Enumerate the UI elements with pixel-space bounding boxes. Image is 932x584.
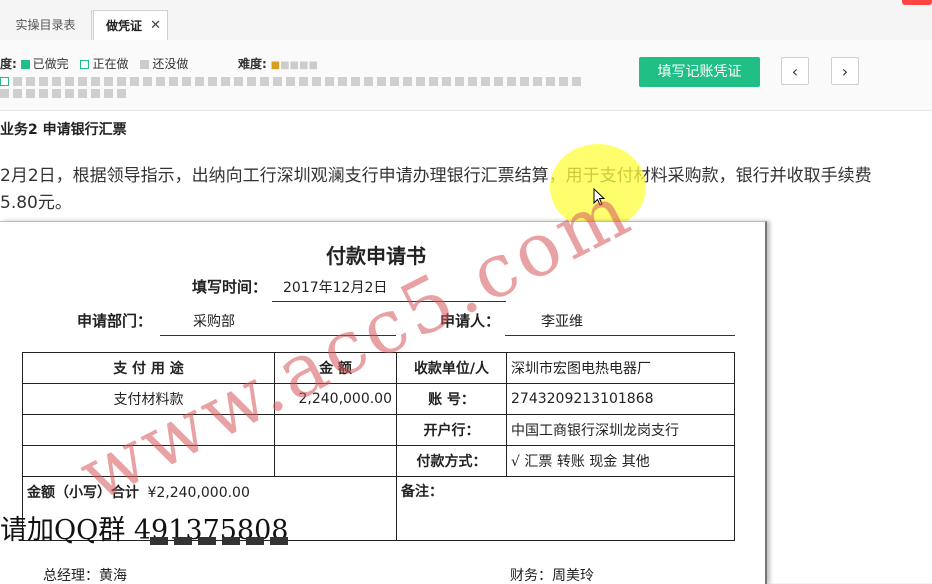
task-progress-cell[interactable] [559,77,568,86]
overlay-strike [150,537,290,545]
task-progress-cell[interactable] [442,77,451,86]
task-progress-cell[interactable] [546,77,555,86]
task-progress-cell[interactable] [429,77,438,86]
task-progress-cell[interactable] [195,77,204,86]
task-progress-cell[interactable] [52,89,61,98]
tab-make-voucher[interactable]: 做凭证 ✕ [93,10,168,40]
task-progress-cell[interactable] [416,77,425,86]
next-button[interactable]: › [831,57,859,85]
todo-square-icon [140,60,150,69]
task-progress-cell[interactable] [117,89,126,98]
fill-time-label: 填写时间： [192,278,268,296]
task-title: 业务2 申请银行汇票 [0,122,127,138]
pay-method-value: √ 汇票 转账 现金 其他 [506,445,735,477]
progress-legend: 度: 已做完 正在做 还没做 [0,55,188,72]
task-description: 2月2日，根据领导指示，出纳向工行深圳观澜支行申请办理银行汇票结算，用于支付材料… [0,166,872,186]
task-progress-cell[interactable] [312,77,321,86]
task-progress-cell[interactable] [156,77,165,86]
fill-voucher-button[interactable]: 填写记账凭证 [639,57,760,87]
difficulty-stars-icon: ■■■■■ [270,60,318,71]
task-progress-cell[interactable] [260,77,269,86]
legend-done: 已做完 [32,57,69,71]
task-progress-cell[interactable] [52,77,61,86]
payee-value: 深圳市宏图电热电器厂 [506,352,735,384]
tab-practice-catalog[interactable]: 实操目录表 [0,10,92,40]
task-progress-cell[interactable] [533,77,542,86]
task-progress-cell[interactable] [468,77,477,86]
task-progress-cell[interactable] [130,77,139,86]
task-progress-cell[interactable] [377,77,386,86]
tab-label: 做凭证 [106,19,143,33]
task-progress-cell[interactable] [65,89,74,98]
done-square-icon [20,60,30,69]
task-progress-cell[interactable] [78,89,87,98]
task-progress-cell[interactable] [0,77,9,86]
task-progress-cell[interactable] [234,77,243,86]
task-progress-cell[interactable] [182,77,191,86]
account-value: 2743209213101868 [506,383,735,415]
task-progress-cell[interactable] [299,77,308,86]
close-icon[interactable]: ✕ [150,11,161,41]
applicant-underline [505,335,735,336]
pay-method-label: 付款方式： [396,445,507,477]
task-progress-cell[interactable] [143,77,152,86]
task-progress-cell[interactable] [221,77,230,86]
task-progress-cell[interactable] [338,77,347,86]
task-progress-cell[interactable] [520,77,529,86]
task-progress-cell[interactable] [13,89,22,98]
doing-square-icon [80,60,90,69]
task-progress-cell[interactable] [208,77,217,86]
empty-cell [274,445,397,477]
task-progress-cell[interactable] [273,77,282,86]
task-progress-cell[interactable] [13,77,22,86]
task-progress-cell[interactable] [286,77,295,86]
task-progress-cell[interactable] [104,89,113,98]
dept-value: 采购部 [193,314,235,330]
difficulty-label: 难度: [238,57,267,71]
form-title: 付款申请书 [326,244,426,268]
prev-button[interactable]: ‹ [781,57,809,85]
task-progress-cell[interactable] [78,77,87,86]
task-progress-cell[interactable] [117,77,126,86]
remark-cell: 备注： [396,476,735,541]
legend-doing: 正在做 [92,57,129,71]
task-progress-cell[interactable] [39,89,48,98]
task-progress-cell[interactable] [481,77,490,86]
task-progress-cell[interactable] [507,77,516,86]
task-progress-cell[interactable] [0,89,9,98]
task-progress-cell[interactable] [104,77,113,86]
bank-value: 中国工商银行深圳龙岗支行 [506,414,735,446]
window-close-button[interactable] [902,0,932,5]
difficulty: 难度: ■■■■■ [238,55,318,72]
task-progress-cell[interactable] [91,89,100,98]
bank-label: 开户行： [396,414,507,446]
task-progress-cell[interactable] [455,77,464,86]
task-progress-cell[interactable] [26,77,35,86]
legend-todo: 还没做 [152,57,189,71]
general-manager: 总经理：黄海 [43,568,127,584]
task-progress-cell[interactable] [390,77,399,86]
task-progress-cell[interactable] [65,77,74,86]
finance-signer: 财务：周美玲 [510,568,594,584]
progress-label: 度: [0,57,17,71]
applicant-value: 李亚维 [541,314,583,330]
task-progress-cell[interactable] [39,77,48,86]
task-progress-cell[interactable] [494,77,503,86]
task-progress-cell[interactable] [26,89,35,98]
task-progress-cell[interactable] [169,77,178,86]
task-progress-cell[interactable] [364,77,373,86]
task-description-cont: 5.80元。 [0,193,72,213]
task-progress-cell[interactable] [325,77,334,86]
dept-label: 申请部门： [77,312,153,330]
task-progress-cell[interactable] [247,77,256,86]
task-progress-cell[interactable] [91,77,100,86]
task-progress-cell[interactable] [403,77,412,86]
task-progress-cell[interactable] [351,77,360,86]
task-progress-cell[interactable] [572,77,581,86]
account-label: 账 号： [396,383,507,415]
